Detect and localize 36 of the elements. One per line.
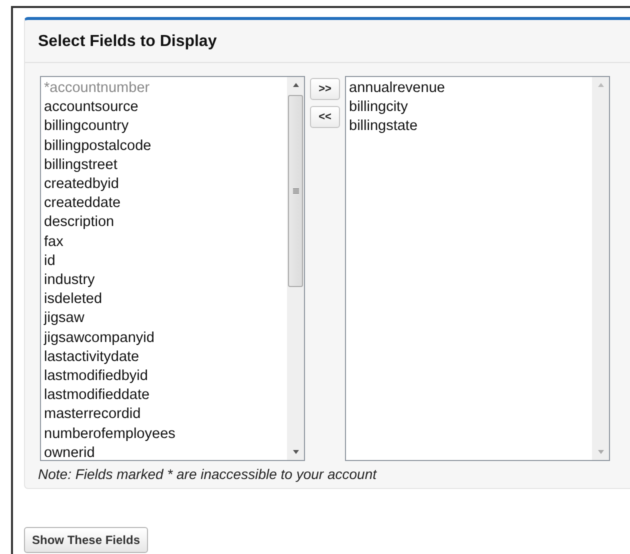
- selected-fields-list[interactable]: annualrevenue billingcity billingstate: [345, 76, 610, 461]
- field-option[interactable]: lastactivitydate: [44, 348, 284, 368]
- panel-title: Select Fields to Display: [38, 33, 218, 51]
- scroll-down-icon: [596, 448, 604, 456]
- field-option[interactable]: masterrecordid: [44, 405, 284, 425]
- note-text: Note: Fields marked * are inaccessible to your account: [38, 466, 378, 482]
- scrollbar-thumb[interactable]: [288, 95, 303, 287]
- field-option[interactable]: industry: [44, 271, 284, 290]
- move-button[interactable]: <<: [310, 106, 340, 128]
- scroll-down-icon[interactable]: [292, 448, 300, 456]
- field-option[interactable]: ownerid: [44, 444, 284, 460]
- scroll-up-icon[interactable]: [292, 81, 300, 89]
- field-option[interactable]: billingcity: [349, 98, 589, 118]
- field-option[interactable]: isdeleted: [44, 290, 284, 310]
- field-option[interactable]: billingpostalcode: [44, 136, 284, 156]
- field-option[interactable]: id: [44, 252, 284, 272]
- move-button[interactable]: >>: [310, 78, 340, 100]
- field-option[interactable]: createdbyid: [44, 175, 284, 194]
- field-option[interactable]: billingstate: [349, 117, 589, 137]
- field-option[interactable]: annualrevenue: [349, 79, 589, 98]
- grip-icon: [292, 187, 300, 195]
- scroll-up-icon: [596, 81, 604, 89]
- show-fields-button[interactable]: Show These Fields: [24, 527, 148, 553]
- field-option[interactable]: description: [44, 213, 284, 233]
- scrollbar[interactable]: [287, 77, 304, 460]
- field-option[interactable]: fax: [44, 232, 284, 252]
- field-option[interactable]: billingcountry: [44, 117, 284, 137]
- field-option[interactable]: numberofemployees: [44, 424, 284, 444]
- field-option[interactable]: jigsaw: [44, 309, 284, 329]
- available-fields-list[interactable]: [40, 76, 305, 461]
- field-option[interactable]: accountsource: [44, 98, 284, 118]
- field-option[interactable]: billingstreet: [44, 156, 284, 176]
- field-option[interactable]: createddate: [44, 194, 284, 214]
- field-option[interactable]: jigsawcompanyid: [44, 328, 284, 348]
- field-option[interactable]: lastmodifiedbyid: [44, 367, 284, 386]
- field-option[interactable]: lastmodifieddate: [44, 386, 284, 406]
